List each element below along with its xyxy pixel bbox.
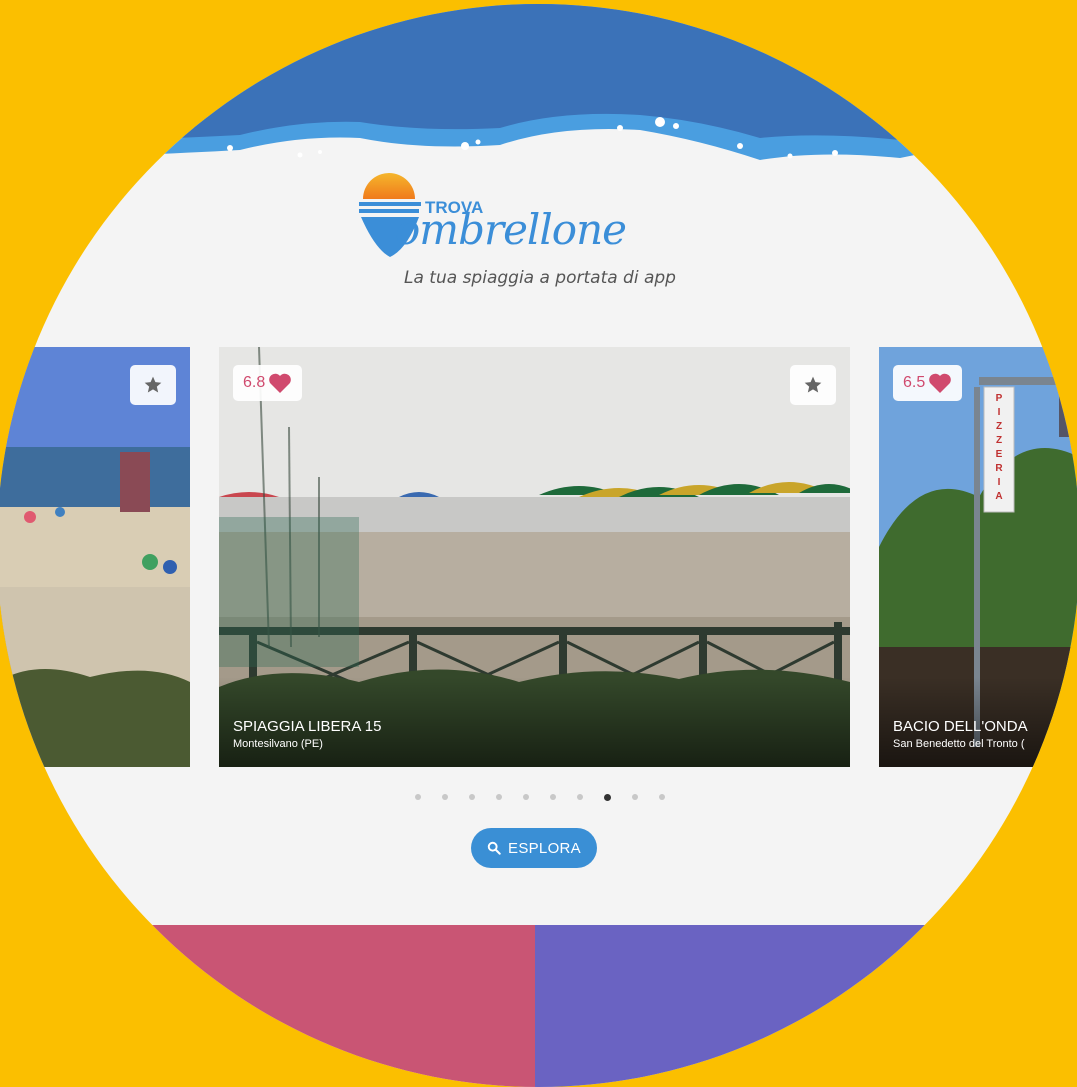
rating-value: 6.8	[243, 374, 266, 391]
beach-photo	[0, 347, 190, 767]
beach-name: SPIAGGIA LIBERA 15	[233, 718, 382, 735]
search-icon	[487, 841, 501, 855]
beach-card-previous[interactable]	[0, 347, 190, 767]
app-viewport: TROVA ombrellone La tua spiaggia a porta…	[0, 4, 1077, 1087]
beach-location: San Benedetto del Tronto (	[893, 738, 1025, 750]
brand-tagline: La tua spiaggia a portata di app	[404, 268, 676, 288]
favorite-button[interactable]	[130, 365, 176, 405]
section-band-left	[0, 925, 535, 1087]
pagination-dot[interactable]	[523, 794, 529, 800]
pagination-dot[interactable]	[442, 794, 448, 800]
rating-badge: 6.5	[893, 365, 963, 401]
beach-card-next[interactable]: PIZZERIA 6.5 BACIO DELL'ONDA San Benedet…	[879, 347, 1077, 767]
pagination-dot[interactable]	[659, 794, 665, 800]
pagination-dot[interactable]	[632, 794, 638, 800]
pagination-dot[interactable]	[550, 794, 556, 800]
beach-name: BACIO DELL'ONDA	[893, 718, 1028, 735]
explore-button[interactable]: ESPLORA	[471, 828, 597, 868]
favorite-button[interactable]	[790, 365, 836, 405]
pizzeria-sign: PIZZERIA	[995, 393, 1003, 502]
pagination-dot[interactable]	[415, 794, 421, 800]
section-band-right	[535, 925, 1077, 1087]
pagination-dot[interactable]	[577, 794, 583, 800]
carousel-pagination	[400, 793, 680, 801]
brand-name-script: ombrellone	[395, 205, 627, 254]
beach-location: Montesilvano (PE)	[233, 738, 323, 750]
pagination-dot[interactable]	[469, 794, 475, 800]
star-icon	[144, 376, 162, 393]
beach-card-active[interactable]: 6.8 SPIAGGIA LIBERA 15 Montesilvano (PE)	[219, 347, 850, 767]
pagination-dot-active[interactable]	[604, 793, 611, 801]
explore-button-label: ESPLORA	[508, 839, 581, 857]
star-icon	[804, 376, 822, 393]
rating-value: 6.5	[903, 374, 926, 391]
heart-icon	[269, 373, 292, 393]
rating-badge: 6.8	[233, 365, 303, 401]
pagination-dot[interactable]	[496, 794, 502, 800]
heart-icon	[929, 373, 952, 393]
